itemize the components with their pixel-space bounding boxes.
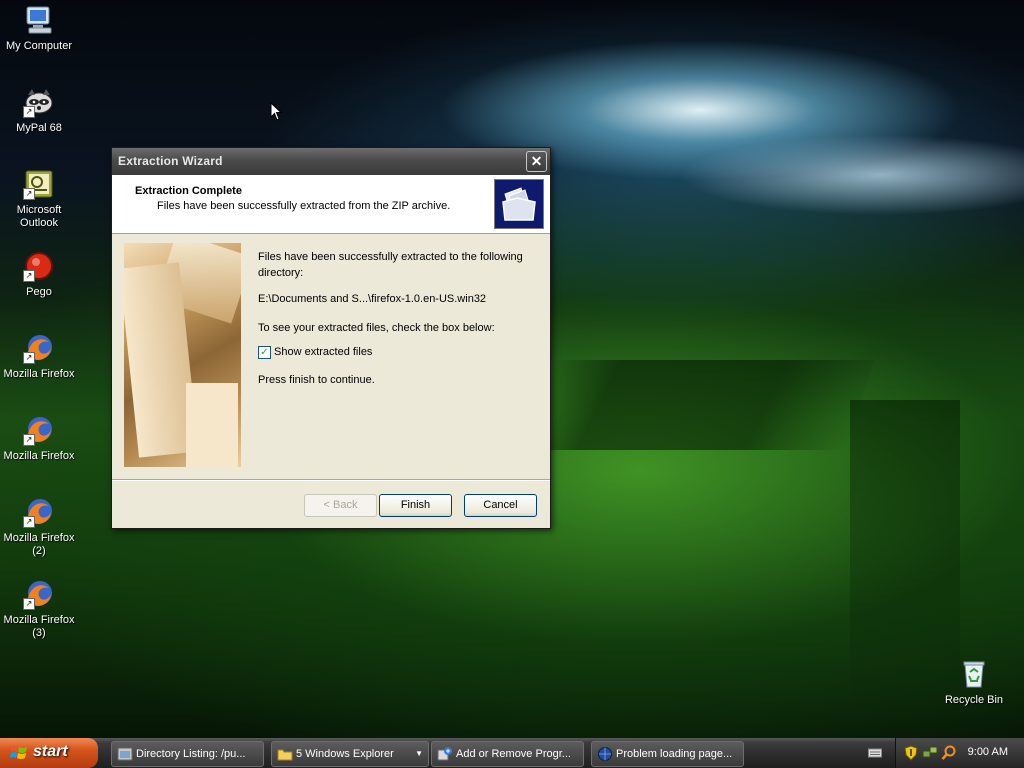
firefox-icon: ↗ [23,414,55,446]
taskbar: start Directory Listing: /pu... 5 Window… [0,738,1024,768]
task-directory-listing[interactable]: Directory Listing: /pu... [111,741,264,767]
desktop-icon-my-computer[interactable]: My Computer [1,4,77,53]
shortcut-arrow-icon: ↗ [23,352,35,364]
checkmark-icon: ✓ [260,347,269,358]
show-extracted-files-checkbox[interactable]: ✓ [258,346,271,359]
header-subtitle: Files have been successfully extracted f… [157,200,451,212]
extraction-wizard-dialog: Extraction Wizard ✕ Extraction Complete … [111,147,551,529]
desktop-icon-firefox-4[interactable]: ↗ Mozilla Firefox (3) [1,578,77,640]
desktop-icon-label-line1: Microsoft [16,204,62,216]
task-problem-loading-page[interactable]: Problem loading page... [591,741,744,767]
dialog-title: Extraction Wizard [118,154,223,168]
desktop-icon-firefox-3[interactable]: ↗ Mozilla Firefox (2) [1,496,77,558]
shortcut-arrow-icon: ↗ [23,516,35,528]
chevron-down-icon: ▼ [415,749,423,758]
desktop-icon-pego[interactable]: ↗ Pego [1,250,77,299]
paper-shape [186,383,238,467]
desktop-icon-label: Mozilla Firefox [3,368,75,380]
firefox-icon: ↗ [23,578,55,610]
finish-prompt: Press finish to continue. [258,374,375,386]
firefox-icon: ↗ [23,496,55,528]
shortcut-arrow-icon: ↗ [23,106,35,118]
system-tray: 9:00 AM [895,738,1024,768]
desktop-icon-label-line1: Mozilla Firefox [3,614,75,626]
header-title: Extraction Complete [135,185,242,197]
wallpaper-shadow [525,360,875,450]
pego-icon: ↗ [23,250,55,282]
close-button[interactable]: ✕ [526,151,547,172]
task-label: 5 Windows Explorer [296,748,394,760]
desktop-icon-recycle-bin[interactable]: Recycle Bin [936,658,1012,707]
wizard-body: Files have been successfully extracted t… [112,234,550,478]
windows-flag-icon [10,746,27,759]
desktop-icon-label-line2: (2) [32,545,46,557]
task-windows-explorer-group[interactable]: 5 Windows Explorer ▼ [271,741,429,767]
task-label: Add or Remove Progr... [456,748,571,760]
mypal-raccoon-icon: ↗ [23,86,55,118]
close-icon: ✕ [530,153,543,169]
cancel-button[interactable]: Cancel [464,494,537,517]
task-label: Problem loading page... [616,748,733,760]
desktop-icon-label: My Computer [5,40,73,52]
shortcut-arrow-icon: ↗ [23,188,35,200]
desktop-icon-firefox-1[interactable]: ↗ Mozilla Firefox [1,332,77,381]
button-separator [112,479,550,481]
computer-icon [23,4,55,36]
shortcut-arrow-icon: ↗ [23,270,35,282]
desktop-icon-outlook[interactable]: ↗ Microsoft Outlook [1,168,77,230]
shortcut-arrow-icon: ↗ [23,598,35,610]
search-icon[interactable] [941,745,957,764]
start-button[interactable]: start [0,738,98,768]
outlook-icon: ↗ [23,168,55,200]
browser-icon [117,746,133,762]
folder-documents-icon [494,179,544,229]
task-add-remove-programs[interactable]: Add or Remove Progr... [431,741,584,767]
shortcut-arrow-icon: ↗ [23,434,35,446]
security-shield-icon[interactable] [904,745,918,764]
back-button[interactable]: < Back [304,494,377,517]
wizard-side-image [124,243,241,467]
desktop-icon-label-line2: (3) [32,627,46,639]
folder-icon [277,746,293,762]
checkbox-label[interactable]: Show extracted files [274,344,372,360]
body-text-line1: Files have been successfully extracted t… [258,251,523,263]
mouse-cursor-icon [270,101,283,125]
extracted-path: E:\Documents and S...\firefox-1.0.en-US.… [258,293,487,305]
finish-button[interactable]: Finish [379,494,452,517]
desktop-icon-firefox-2[interactable]: ↗ Mozilla Firefox [1,414,77,463]
clock[interactable]: 9:00 AM [968,746,1008,758]
desktop-icon-label-line1: Mozilla Firefox [3,532,75,544]
add-remove-programs-icon [437,746,453,762]
network-icon[interactable] [922,745,938,764]
desktop-icon-label: MyPal 68 [16,122,62,134]
start-label: start [33,743,68,760]
dialog-titlebar[interactable]: Extraction Wizard ✕ [112,148,550,175]
recycle-bin-icon [958,658,990,690]
desktop-icon-label: Recycle Bin [944,694,1004,706]
keyboard-icon[interactable] [868,747,882,762]
check-prompt: To see your extracted files, check the b… [258,322,495,334]
task-label: Directory Listing: /pu... [136,748,246,760]
desktop-icon-label-line2: Outlook [20,217,58,229]
wizard-header: Extraction Complete Files have been succ… [112,175,550,234]
globe-icon [597,746,613,762]
firefox-icon: ↗ [23,332,55,364]
desktop-icon-label: Mozilla Firefox [3,450,75,462]
desktop-icon-mypal[interactable]: ↗ MyPal 68 [1,86,77,135]
desktop: My Computer ↗ MyPal 68 ↗ Microsoft Outlo… [0,0,1024,738]
body-text-line2: directory: [258,267,304,279]
desktop-icon-label: Pego [26,286,52,298]
